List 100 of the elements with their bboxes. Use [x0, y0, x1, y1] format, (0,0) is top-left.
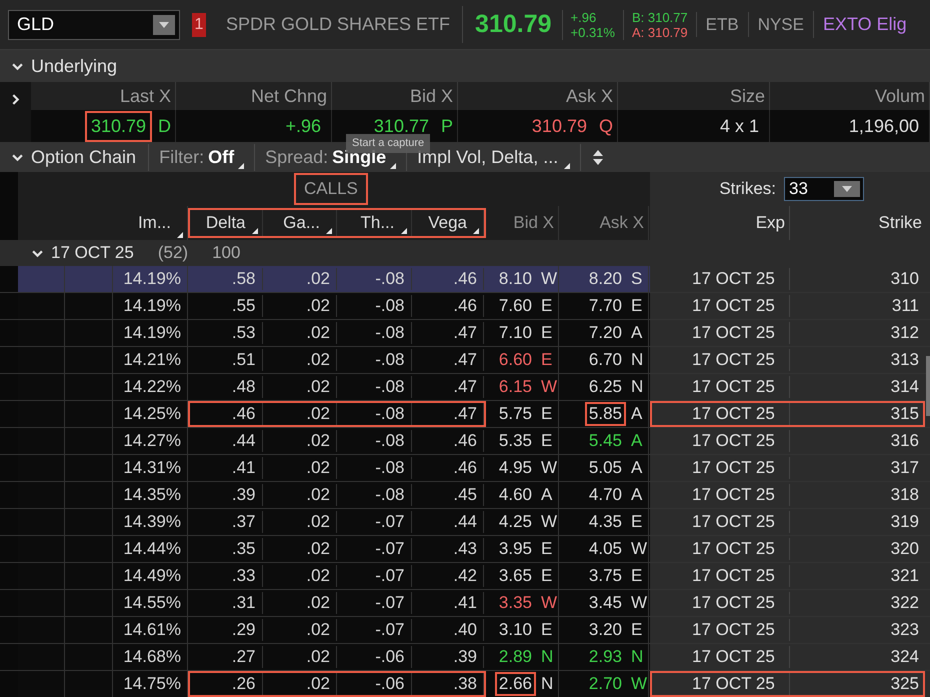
table-cell-text: -.08 — [375, 484, 404, 506]
column-header[interactable]: Th... — [360, 210, 394, 236]
price-cell-text: 3.65 — [498, 565, 533, 587]
exchange-code: W — [541, 511, 555, 534]
table-cell-text: .42 — [453, 565, 477, 588]
sort-corner-icon[interactable] — [564, 162, 570, 168]
section-title[interactable]: Underlying — [31, 52, 118, 80]
price-cell-text: 6.25 — [588, 376, 623, 398]
caret-down-icon[interactable] — [842, 186, 852, 192]
table-cell-text: .43 — [453, 538, 477, 560]
table-cell-text: 17 OCT 25 — [692, 619, 775, 642]
column-header[interactable]: Ga... — [283, 210, 320, 236]
exchange-code: N — [541, 673, 554, 696]
exchange-code: E — [541, 538, 554, 560]
dropdown-button[interactable] — [153, 14, 175, 34]
price-cell-text: 3.45 — [588, 592, 623, 614]
table-cell-text: .02 — [306, 376, 330, 398]
price-cell-text: 3.10 — [498, 619, 533, 641]
table-cell-text: 314 — [890, 376, 919, 398]
symbol-field[interactable]: GLD — [8, 10, 180, 40]
price-cell-text: 7.20 — [588, 322, 623, 344]
price-cell-text: 3.20 — [588, 619, 623, 641]
caret-down-icon[interactable] — [159, 22, 169, 28]
table-cell-text: .39 — [232, 484, 256, 506]
chevron-down-icon[interactable] — [32, 248, 43, 258]
table-cell-text: .02 — [306, 538, 330, 560]
exchange-code: E — [541, 322, 554, 344]
expiration-label[interactable]: 17 OCT 25 — [51, 240, 134, 266]
table-cell-text: 321 — [890, 565, 919, 588]
selected-row[interactable]: 14.19% .58 .02 -.08 .46 8.10 W 8.20 S — [0, 266, 650, 292]
table-cell-text: -.07 — [375, 538, 404, 560]
table-cell-text: .02 — [306, 646, 330, 668]
exchange-code: Q — [598, 114, 613, 138]
column-header[interactable]: Delta — [206, 210, 246, 236]
table-cell-text: 310 — [890, 268, 919, 290]
last-price: 310.79 — [462, 6, 562, 44]
sort-corner-icon[interactable] — [326, 228, 332, 234]
table-cell-text: .47 — [453, 403, 477, 426]
spread-label: Spread: — [265, 146, 328, 169]
price-cell-text: 3.75 — [588, 565, 623, 587]
exchange-code: E — [541, 565, 554, 588]
price-cell-text: 4.70 — [588, 484, 623, 506]
chevron-right-icon[interactable] — [10, 94, 21, 105]
table-cell-text: .40 — [453, 619, 477, 642]
gutter — [0, 172, 18, 206]
table-cell-text: 14.35% — [123, 484, 181, 506]
sort-corner-icon[interactable] — [400, 228, 406, 234]
section-title[interactable]: Option Chain — [31, 144, 136, 170]
sort-corner-icon[interactable] — [473, 228, 479, 234]
table-cell-text: .46 — [453, 268, 477, 290]
table-cell-text: .45 — [453, 484, 477, 506]
strikes-field[interactable]: 33 — [784, 177, 864, 201]
table-cell-text: 320 — [890, 538, 919, 560]
quote-value: 310.79 — [84, 110, 152, 142]
table-cell-text: 325 — [890, 673, 919, 696]
filter-label: Filter: — [159, 146, 204, 168]
column-header[interactable]: Exp — [756, 210, 785, 236]
column-header[interactable]: Im... — [138, 210, 171, 236]
table-cell-text: .46 — [232, 403, 256, 426]
table-cell-text: .02 — [306, 430, 330, 452]
eligibility-label: EXTO Elig — [812, 11, 907, 38]
market-tag: ETB — [696, 12, 748, 38]
table-cell-text: .44 — [232, 430, 256, 452]
table-cell-text: -.07 — [375, 592, 404, 614]
exchange-code: N — [631, 376, 644, 398]
exchange-code: N — [631, 646, 644, 668]
quote-value: 310.79 — [530, 114, 588, 138]
alert-badge[interactable]: 1 — [192, 12, 206, 36]
exchange-code: W — [541, 268, 555, 290]
quote-value: +.96 — [284, 114, 322, 138]
sort-corner-icon[interactable] — [177, 232, 183, 238]
table-cell-text: 14.31% — [123, 457, 181, 480]
chevron-down-icon[interactable] — [12, 60, 23, 72]
column-header[interactable]: Strike — [878, 210, 922, 236]
exchange-code: E — [541, 403, 554, 426]
table-cell-text: 14.19% — [123, 322, 181, 344]
table-cell-text: .58 — [232, 268, 256, 290]
column-header[interactable]: Ask X — [600, 210, 644, 236]
table-cell-text: 14.27% — [123, 430, 181, 452]
table-cell-text: 324 — [890, 646, 919, 668]
price-cell-text: 5.75 — [498, 403, 533, 425]
exchange-code: W — [631, 673, 645, 696]
column-header[interactable]: Vega — [428, 210, 467, 236]
table-cell-text: .37 — [232, 511, 256, 534]
chevron-down-icon[interactable] — [12, 152, 23, 162]
column-header[interactable]: Bid X — [513, 210, 554, 236]
table-cell-text: -.07 — [375, 565, 404, 588]
scrollbar-thumb[interactable] — [926, 356, 930, 416]
exchange-code: E — [541, 295, 554, 318]
sort-corner-icon[interactable] — [238, 162, 244, 168]
exchange-code: E — [631, 295, 644, 318]
price-cell-text: 2.70 — [588, 673, 623, 695]
filter-dropdown[interactable]: Off — [208, 144, 234, 170]
table-cell-text: .26 — [232, 673, 256, 696]
sort-corner-icon[interactable] — [390, 162, 396, 168]
table-cell-text: 14.75% — [123, 673, 181, 696]
table-cell-text: -.07 — [375, 511, 404, 534]
exchange-code: W — [541, 376, 555, 398]
table-cell-text: .02 — [306, 403, 330, 426]
sort-corner-icon[interactable] — [252, 228, 258, 234]
